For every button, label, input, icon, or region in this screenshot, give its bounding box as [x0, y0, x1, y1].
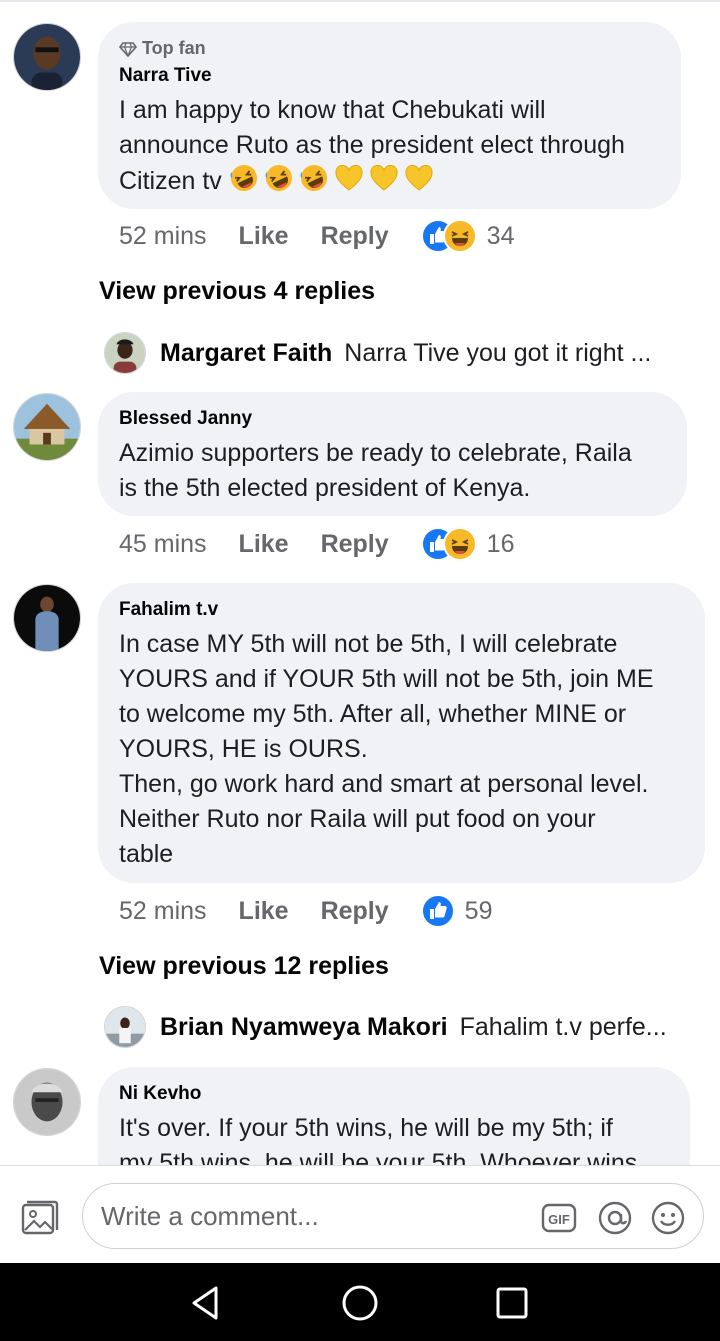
- comment-thread[interactable]: Top fan Narra Tive I am happy to know th…: [0, 0, 720, 1165]
- top-fan-badge: Top fan: [119, 38, 659, 59]
- reaction-count[interactable]: 34: [487, 222, 515, 251]
- like-button[interactable]: Like: [239, 530, 289, 559]
- like-button[interactable]: Like: [239, 222, 289, 251]
- rofl-emoji: [265, 165, 292, 191]
- reactions[interactable]: [420, 219, 477, 253]
- comment-meta: 45 mins Like Reply 16: [119, 526, 514, 562]
- recents-icon[interactable]: [492, 1283, 532, 1323]
- reply-preview[interactable]: Brian Nyamweya Makori Fahalim t.v perfe.…: [104, 1006, 667, 1048]
- reactions[interactable]: [420, 894, 455, 928]
- rofl-emoji: [230, 165, 257, 191]
- reaction-count[interactable]: 16: [487, 530, 515, 559]
- svg-text:GIF: GIF: [548, 1212, 570, 1227]
- reply-preview[interactable]: Margaret Faith Narra Tive you got it rig…: [104, 332, 651, 374]
- comment-author[interactable]: Ni Kevho: [119, 1083, 668, 1105]
- avatar-narra-tive[interactable]: [13, 23, 81, 91]
- avatar-blessed-janny[interactable]: [13, 393, 81, 461]
- haha-icon: [442, 527, 477, 561]
- comment-time[interactable]: 52 mins: [119, 222, 207, 251]
- comment-meta: 52 mins Like Reply 34: [119, 218, 514, 254]
- back-icon[interactable]: [186, 1283, 226, 1323]
- photo-icon[interactable]: [20, 1198, 60, 1238]
- badge-label: Top fan: [142, 38, 206, 58]
- comment-text: Azimio supporters be ready to celebrate,…: [119, 439, 632, 502]
- avatar-margaret-faith[interactable]: [104, 332, 146, 374]
- avatar-ni-kevho[interactable]: [13, 1068, 81, 1136]
- view-previous-replies-link[interactable]: View previous 12 replies: [99, 952, 389, 981]
- like-icon: [420, 894, 455, 928]
- reaction-count[interactable]: 59: [465, 897, 493, 926]
- avatar-brian-nyamweya-makori[interactable]: [104, 1006, 146, 1048]
- rofl-emoji: [300, 165, 327, 191]
- yellow-heart-emoji: [335, 165, 363, 191]
- diamond-icon: [119, 41, 137, 57]
- yellow-heart-emoji: [370, 165, 398, 191]
- system-navigation-bar: [0, 1263, 720, 1341]
- emoji-icon[interactable]: [650, 1200, 686, 1236]
- emoji-row: [229, 165, 439, 195]
- avatar-fahalim-tv[interactable]: [13, 584, 81, 652]
- comment-text: I am happy to know that Chebukati will a…: [119, 96, 625, 195]
- comment-composer: Write a comment... GIF: [0, 1165, 720, 1263]
- comment-time[interactable]: 45 mins: [119, 530, 207, 559]
- reply-button[interactable]: Reply: [321, 222, 389, 251]
- comment-text: It's over. If your 5th wins, he will be …: [119, 1114, 638, 1165]
- yellow-heart-emoji: [405, 165, 433, 191]
- reply-author[interactable]: Brian Nyamweya Makori: [160, 1013, 448, 1042]
- comment-input[interactable]: Write a comment... GIF: [82, 1183, 704, 1249]
- comment-bubble[interactable]: Blessed Janny Azimio supporters be ready…: [98, 392, 687, 516]
- comment-author[interactable]: Blessed Janny: [119, 408, 665, 430]
- comment-author[interactable]: Narra Tive: [119, 65, 659, 87]
- like-button[interactable]: Like: [239, 897, 289, 926]
- gif-icon[interactable]: GIF: [541, 1200, 577, 1236]
- haha-icon: [442, 219, 477, 253]
- reactions[interactable]: [420, 527, 477, 561]
- comment-bubble[interactable]: Fahalim t.v In case MY 5th will not be 5…: [98, 583, 705, 883]
- comment-bubble[interactable]: Top fan Narra Tive I am happy to know th…: [98, 22, 681, 209]
- comment-meta: 52 mins Like Reply 59: [119, 893, 492, 929]
- comment-bubble[interactable]: Ni Kevho It's over. If your 5th wins, he…: [98, 1067, 690, 1165]
- reply-author[interactable]: Margaret Faith: [160, 339, 332, 368]
- home-icon[interactable]: [340, 1283, 380, 1323]
- comment-time[interactable]: 52 mins: [119, 897, 207, 926]
- view-previous-replies-link[interactable]: View previous 4 replies: [99, 277, 375, 306]
- reply-button[interactable]: Reply: [321, 530, 389, 559]
- reply-text: Narra Tive you got it right ...: [344, 338, 652, 367]
- comment-author[interactable]: Fahalim t.v: [119, 599, 683, 621]
- mention-icon[interactable]: [597, 1200, 633, 1236]
- comment-input-placeholder: Write a comment...: [101, 1201, 319, 1231]
- comment-text: In case MY 5th will not be 5th, I will c…: [119, 630, 654, 868]
- reply-button[interactable]: Reply: [321, 897, 389, 926]
- reply-text: Fahalim t.v perfe...: [459, 1012, 667, 1041]
